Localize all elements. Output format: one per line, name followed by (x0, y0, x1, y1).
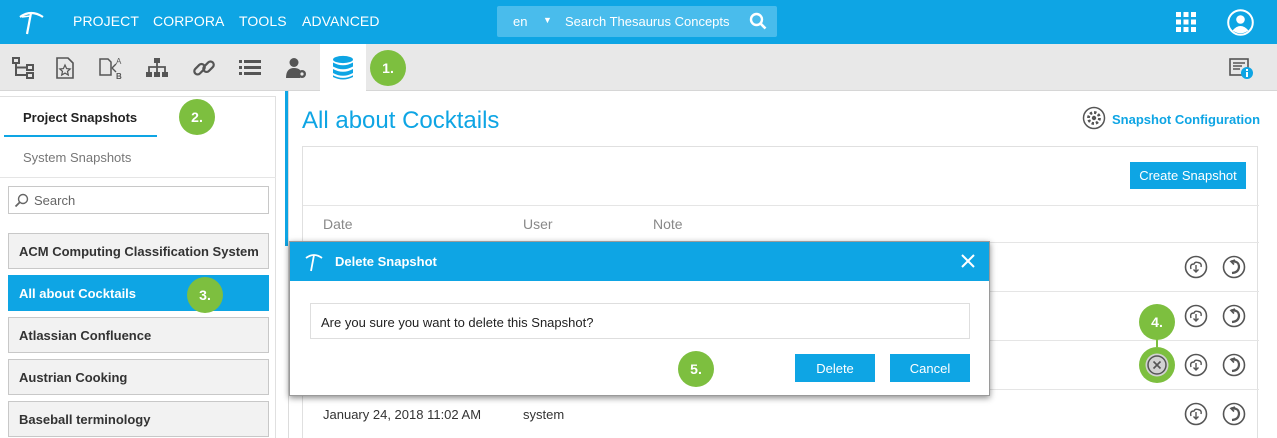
menu-corpora[interactable]: CORPORA (153, 13, 225, 29)
create-snapshot-button[interactable]: Create Snapshot (1130, 162, 1246, 189)
panel-resize-handle[interactable] (285, 91, 288, 246)
chevron-down-icon[interactable]: ▼ (543, 15, 552, 25)
poolparty-logo-icon[interactable] (16, 8, 46, 36)
project-item[interactable]: Atlassian Confluence (8, 317, 269, 353)
gear-icon (1082, 106, 1106, 130)
sitemap-icon (146, 57, 168, 77)
restore-snapshot-icon[interactable] (1222, 402, 1246, 426)
config-label: Snapshot Configuration (1112, 112, 1261, 127)
menu-project[interactable]: PROJECT (73, 13, 139, 29)
module-toolbar: A B 1. (0, 44, 1277, 91)
search-input[interactable]: Search Thesaurus Concepts (565, 14, 730, 29)
divider (303, 205, 1259, 206)
project-label: Baseball terminology (19, 412, 151, 427)
project-item[interactable]: ACM Computing Classification System (8, 233, 269, 269)
project-search-input[interactable]: Search (8, 186, 269, 214)
delete-button[interactable]: Delete (795, 354, 875, 382)
project-label: All about Cocktails (19, 286, 137, 301)
hierarchy-button[interactable] (0, 44, 46, 91)
project-item[interactable]: Baseball terminology (8, 401, 269, 437)
download-snapshot-icon[interactable] (1184, 353, 1208, 377)
snapshot-sidebar: Project Snapshots 2. System Snapshots Se… (0, 96, 276, 438)
download-snapshot-icon[interactable] (1184, 402, 1208, 426)
column-header-date: Date (323, 216, 353, 232)
project-label: Austrian Cooking (19, 370, 128, 385)
tab-project-snapshots[interactable]: Project Snapshots (4, 97, 157, 137)
search-icon (14, 193, 29, 208)
concept-button[interactable] (42, 44, 88, 91)
svg-text:A: A (116, 57, 122, 66)
column-header-note: Note (653, 216, 683, 232)
column-header-user: User (523, 216, 553, 232)
tab-system-snapshots[interactable]: System Snapshots (4, 137, 157, 177)
restore-snapshot-icon[interactable] (1222, 255, 1246, 279)
poolparty-logo-icon (305, 254, 323, 272)
hierarchy-tree-icon (12, 56, 34, 79)
project-label: ACM Computing Classification System (19, 244, 259, 259)
callout-badge-2: 2. (179, 99, 215, 135)
label-ab-icon: A B (99, 57, 122, 81)
user-settings-icon (286, 57, 306, 78)
search-placeholder: Search (34, 193, 76, 208)
divider (0, 177, 276, 178)
thesaurus-search: en ▼ Search Thesaurus Concepts (497, 6, 777, 37)
language-select[interactable]: en (513, 14, 527, 29)
list-button[interactable] (227, 44, 273, 91)
delete-snapshot-dialog: Delete Snapshot Are you sure you want to… (289, 241, 990, 396)
project-label: Atlassian Confluence (19, 328, 152, 343)
sitemap-button[interactable] (134, 44, 180, 91)
callout-connector (1156, 338, 1158, 347)
callout-badge-1: 1. (370, 50, 406, 86)
download-snapshot-icon[interactable] (1184, 304, 1208, 328)
snapshots-button[interactable] (320, 44, 366, 91)
link-icon (193, 59, 215, 76)
restore-snapshot-icon[interactable] (1222, 304, 1246, 328)
links-button[interactable] (181, 44, 227, 91)
callout-badge-4: 4. (1139, 304, 1175, 340)
download-snapshot-icon[interactable] (1184, 255, 1208, 279)
dialog-title: Delete Snapshot (335, 254, 437, 269)
info-panel-icon (1229, 57, 1253, 79)
user-avatar-icon[interactable] (1227, 9, 1254, 36)
apps-grid-icon[interactable] (1176, 12, 1196, 32)
dialog-message: Are you sure you want to delete this Sna… (321, 315, 594, 330)
close-icon[interactable] (960, 253, 976, 269)
tab-label: Project Snapshots (23, 110, 138, 125)
project-item-selected[interactable]: All about Cocktails (8, 275, 269, 311)
svg-text:B: B (116, 72, 122, 81)
menu-advanced[interactable]: ADVANCED (302, 13, 380, 29)
tab-label: System Snapshots (23, 150, 132, 165)
callout-badge-3: 3. (187, 277, 223, 313)
concept-star-icon (56, 56, 74, 79)
restore-snapshot-icon[interactable] (1222, 353, 1246, 377)
user-settings-button[interactable] (273, 44, 319, 91)
callout-badge-5: 5. (678, 351, 714, 387)
database-icon (333, 55, 353, 79)
dialog-message-box: Are you sure you want to delete this Sna… (310, 303, 970, 339)
delete-snapshot-icon[interactable] (1145, 353, 1169, 377)
dialog-header: Delete Snapshot (290, 242, 989, 281)
labels-button[interactable]: A B (88, 44, 134, 91)
row-user: system (523, 407, 565, 422)
top-navigation-bar: PROJECT CORPORA TOOLS ADVANCED en ▼ Sear… (0, 0, 1277, 44)
menu-tools[interactable]: TOOLS (239, 13, 287, 29)
cancel-button[interactable]: Cancel (890, 354, 970, 382)
info-button[interactable] (1218, 44, 1264, 91)
list-icon (239, 59, 261, 75)
project-item[interactable]: Austrian Cooking (8, 359, 269, 395)
row-date: January 24, 2018 11:02 AM (323, 407, 482, 422)
page-title: All about Cocktails (302, 107, 500, 134)
search-icon[interactable] (749, 12, 767, 30)
